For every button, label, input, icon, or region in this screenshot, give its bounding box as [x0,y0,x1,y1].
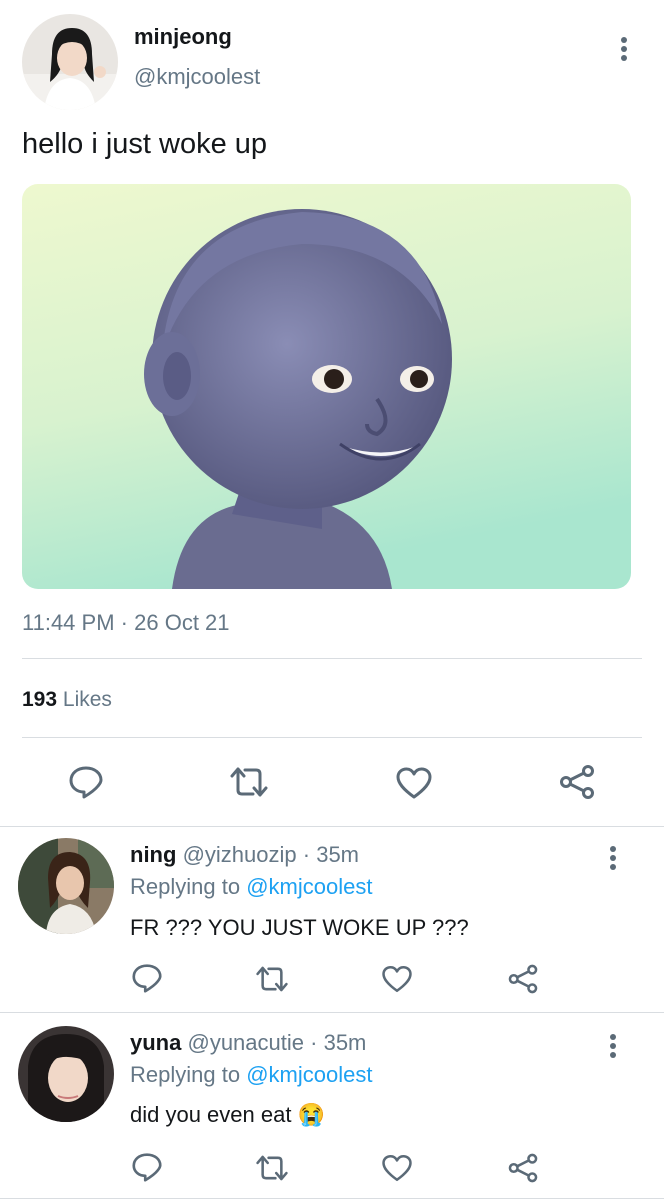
replying-to-label: Replying to [130,1062,241,1087]
reply-separator: · [310,1030,318,1055]
tweet-date: 26 Oct 21 [134,610,230,635]
retweet-icon[interactable] [255,1154,289,1182]
heart-icon[interactable] [381,1153,413,1183]
likes-count[interactable]: 193 Likes [22,688,112,712]
tweet-text: hello i just woke up [22,128,268,160]
more-vertical-icon[interactable] [610,1031,618,1061]
reply-header: ning @yizhuozip · 35m [130,842,359,868]
reply-display-name[interactable]: yuna [130,1030,181,1055]
share-icon[interactable] [558,764,596,800]
reply-avatar[interactable] [18,1026,114,1122]
author-handle[interactable]: @kmjcoolest [134,64,260,90]
divider [0,826,664,827]
divider [22,737,642,738]
likes-label: Likes [62,688,112,711]
reply-handle[interactable]: @yizhuozip [183,842,297,867]
replying-to: Replying to @kmjcoolest [130,874,372,900]
retweet-icon[interactable] [229,766,269,798]
reply-age[interactable]: 35m [316,842,359,867]
crying-emoji: 😭 [297,1102,325,1127]
reply-header: yuna @yunacutie · 35m [130,1030,366,1056]
heart-icon[interactable] [381,964,413,994]
comment-icon[interactable] [131,963,163,993]
meta-separator: · [120,610,128,635]
replying-to-handle[interactable]: @kmjcoolest [246,1062,372,1087]
replying-to-label: Replying to [130,874,241,899]
reply-separator: · [302,842,311,867]
more-vertical-icon[interactable] [610,843,618,873]
reply-display-name[interactable]: ning [130,842,176,867]
author-avatar[interactable] [22,14,118,110]
share-icon[interactable] [507,1152,539,1184]
tweet-time: 11:44 PM [22,610,115,635]
reply-age[interactable]: 35m [324,1030,367,1055]
reply-text: did you even eat 😭 [130,1102,325,1128]
divider [22,658,642,659]
divider [0,1012,664,1013]
likes-number: 193 [22,688,58,711]
more-vertical-icon[interactable] [621,34,629,64]
retweet-icon[interactable] [255,965,289,993]
replying-to-handle[interactable]: @kmjcoolest [246,874,372,899]
comment-icon[interactable] [68,765,104,799]
reply-text: FR ??? YOU JUST WOKE UP ??? [130,915,469,940]
divider [0,1198,664,1199]
tweet-media-image[interactable] [22,184,631,589]
tweet-timestamp[interactable]: 11:44 PM · 26 Oct 21 [22,610,230,636]
comment-icon[interactable] [131,1152,163,1182]
heart-icon[interactable] [395,766,433,800]
reply-text-body: did you even eat [130,1102,292,1127]
share-icon[interactable] [507,963,539,995]
author-display-name[interactable]: minjeong [134,24,232,50]
reply-avatar[interactable] [18,838,114,934]
replying-to: Replying to @kmjcoolest [130,1062,372,1088]
reply-handle[interactable]: @yunacutie [187,1030,304,1055]
